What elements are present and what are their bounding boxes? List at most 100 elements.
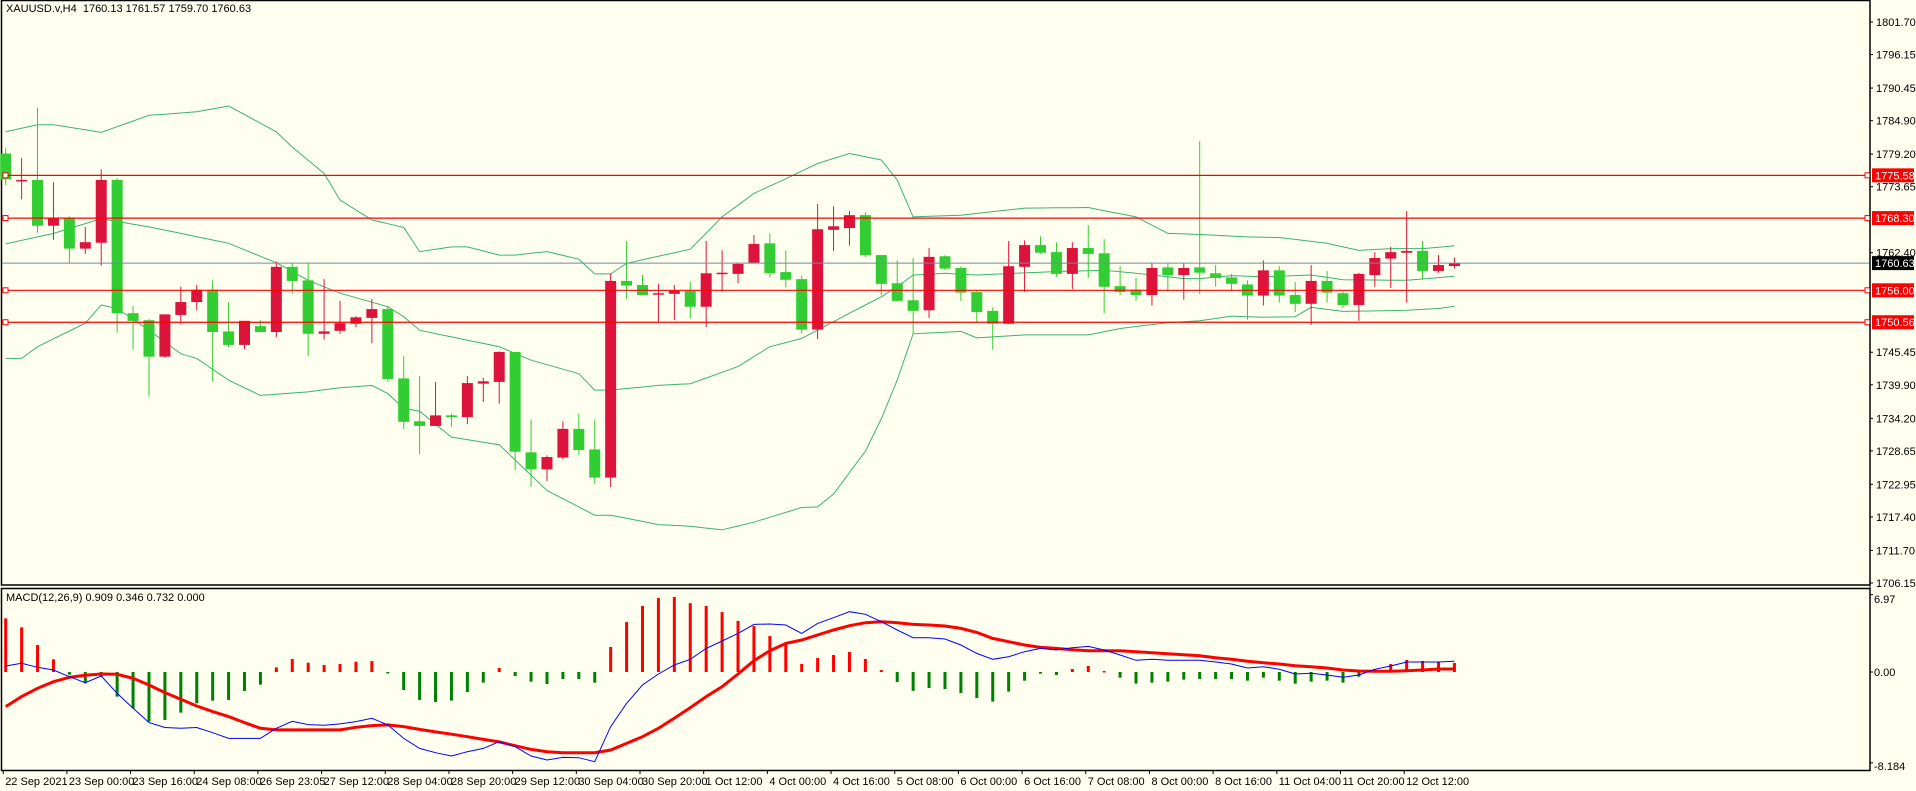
candle-body: [812, 229, 824, 330]
macd-histogram-bar: [1102, 671, 1106, 673]
macd-panel[interactable]: [0, 587, 1871, 772]
time-tick-label: 6 Oct 00:00: [960, 776, 1017, 788]
candle-body: [318, 331, 330, 334]
macd-histogram-bar: [975, 672, 979, 698]
candle-body: [780, 272, 792, 280]
level-anchor-handle[interactable]: [1864, 215, 1871, 222]
candle-body: [32, 179, 44, 226]
macd-histogram-bar: [497, 668, 501, 672]
macd-histogram-bar: [274, 667, 278, 672]
macd-histogram-bar: [895, 672, 899, 682]
macd-histogram-bar: [211, 672, 215, 701]
macd-panel-frame: [0, 587, 1871, 772]
candle-body: [1417, 250, 1429, 271]
macd-histogram-bar: [609, 647, 613, 672]
candle-body: [239, 320, 250, 345]
candle-body: [1194, 267, 1206, 273]
macd-histogram-bar: [354, 661, 358, 672]
level-anchor-handle[interactable]: [2, 215, 9, 222]
macd-histogram-bar: [83, 672, 87, 684]
candle[interactable]: [239, 320, 250, 350]
price-panel[interactable]: [0, 0, 1871, 586]
candle-body: [1385, 252, 1397, 259]
level-anchor-handle[interactable]: [2, 172, 9, 179]
candle-body: [748, 243, 760, 263]
time-tick-label: 8 Oct 16:00: [1215, 776, 1272, 788]
macd-histogram-bar: [943, 672, 947, 689]
candle-body: [1305, 280, 1317, 304]
macd-histogram-bar: [752, 626, 756, 672]
macd-histogram-bar: [195, 672, 199, 704]
candle-body: [732, 263, 744, 274]
price-tick-label: 1784.90: [1876, 116, 1916, 128]
macd-histogram-bar: [625, 622, 629, 672]
price-tick-label: 1790.45: [1876, 83, 1916, 95]
low-value: 1759.70: [168, 3, 209, 15]
candle-body: [955, 267, 967, 293]
macd-histogram-bar: [529, 672, 533, 682]
macd-histogram-bar: [67, 672, 71, 675]
candle-body: [605, 280, 617, 478]
price-tick-label: 1722.95: [1876, 479, 1916, 491]
current-price-label: 1760.63: [1875, 258, 1915, 270]
candle-body: [557, 428, 569, 458]
candle[interactable]: [159, 314, 171, 358]
candle-body: [366, 309, 378, 318]
level-anchor-handle[interactable]: [1864, 287, 1871, 294]
macd-histogram-bar: [1023, 672, 1027, 681]
close-value: 1760.63: [211, 3, 252, 15]
macd-histogram-bar: [290, 659, 294, 672]
candle-body: [1114, 286, 1126, 293]
macd-histogram-bar: [322, 665, 326, 672]
candle[interactable]: [461, 376, 473, 425]
macd-histogram-bar: [1261, 672, 1265, 678]
candle[interactable]: [796, 275, 808, 334]
candle-body: [891, 283, 903, 301]
candle[interactable]: [111, 178, 123, 333]
candle-body: [1369, 258, 1381, 276]
price-tick-label: 1745.45: [1876, 347, 1916, 359]
candle-body: [589, 449, 601, 478]
time-tick-label: 5 Oct 08:00: [897, 776, 954, 788]
candle[interactable]: [270, 261, 282, 338]
candle[interactable]: [923, 248, 935, 318]
level-anchor-handle[interactable]: [1864, 172, 1871, 179]
macd-histogram-bar: [4, 618, 8, 672]
candle-body: [1098, 253, 1110, 287]
chart-canvas[interactable]: 1775.58 1768.30 1756.00 1750.56 1801.70 1796.…: [0, 0, 1916, 791]
macd-histogram-bar: [1277, 672, 1281, 681]
candle-body: [652, 293, 664, 295]
macd-histogram-bar: [513, 672, 517, 676]
price-tick-label: 1779.20: [1876, 149, 1916, 161]
candle-body: [621, 280, 633, 286]
candle-body: [1226, 277, 1238, 284]
symbol-label: XAUUSD.v,H4: [6, 3, 77, 15]
macd-histogram-bar: [847, 652, 851, 672]
candle-body: [477, 381, 489, 384]
level-anchor-handle[interactable]: [2, 319, 9, 326]
level-anchor-handle[interactable]: [1864, 319, 1871, 326]
candle-body: [143, 320, 155, 357]
time-tick-label: 6 Oct 16:00: [1024, 776, 1081, 788]
candle[interactable]: [859, 212, 871, 257]
macd-values: 0.909 0.346 0.732 0.000: [85, 592, 205, 604]
macd-histogram-bar: [800, 664, 804, 672]
time-tick-label: 24 Sep 08:00: [196, 776, 261, 788]
candle-body: [445, 415, 457, 418]
macd-histogram-bar: [736, 620, 740, 672]
candle[interactable]: [382, 306, 394, 382]
macd-histogram-bar: [1007, 672, 1011, 692]
macd-histogram-bar: [243, 672, 246, 691]
macd-histogram-bar: [418, 672, 422, 700]
level-anchor-handle[interactable]: [2, 287, 9, 294]
candle[interactable]: [605, 273, 617, 487]
candle-body: [764, 243, 776, 274]
candle-body: [971, 292, 983, 313]
candle-body: [430, 415, 442, 426]
macd-name: MACD(12,26,9): [6, 592, 83, 604]
candle-body: [223, 331, 235, 345]
candle-body: [1337, 293, 1349, 305]
macd-histogram-bar: [1182, 672, 1186, 680]
time-tick-label: 30 Sep 04:00: [578, 776, 643, 788]
time-tick-label: 29 Sep 12:00: [515, 776, 580, 788]
